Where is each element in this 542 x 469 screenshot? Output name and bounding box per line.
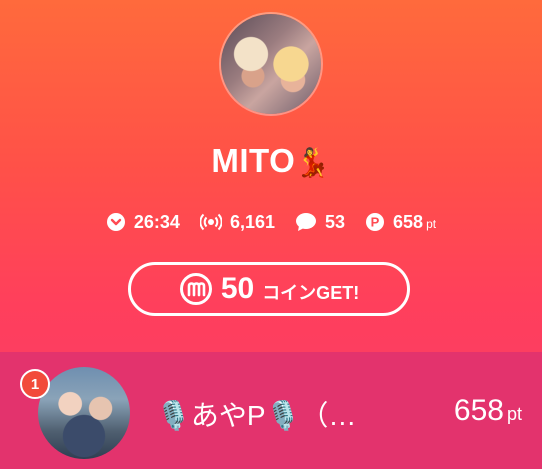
streamer-name-text: MITO: [211, 142, 296, 179]
time-icon: [106, 213, 125, 231]
viewers-value: 6,161: [229, 211, 275, 232]
comments-value: 53: [325, 211, 346, 232]
coin-get-button[interactable]: 50 コインGET!: [128, 262, 410, 316]
time-value: 26:34: [133, 211, 180, 232]
ranker-points: 658 pt: [454, 394, 522, 428]
comments-stat: 53: [295, 212, 345, 233]
points-stat: P 658 pt: [365, 212, 436, 233]
ranking-row[interactable]: 1 🎙️あやP🎙️（… 658 pt: [0, 352, 542, 469]
ranker-name: 🎙️あやP🎙️（…: [156, 400, 357, 431]
coin-label: コインGET!: [262, 282, 360, 303]
points-unit: pt: [426, 216, 437, 231]
streamer-name: MITO💃: [0, 142, 542, 180]
ranker-points-unit: pt: [506, 404, 522, 424]
rank-badge: 1: [20, 369, 50, 399]
time-stat: 26:34: [106, 212, 180, 233]
speech-bubble-icon: [296, 213, 316, 231]
broadcast-icon: [199, 213, 222, 231]
streamer-avatar[interactable]: [221, 14, 321, 114]
coin-amount: 50: [220, 272, 255, 305]
points-icon: P: [366, 213, 385, 231]
viewers-stat: 6,161: [199, 211, 275, 233]
points-value: 658 pt: [393, 212, 436, 233]
ranker-avatar[interactable]: [38, 367, 130, 459]
coin-icon: [179, 273, 212, 305]
dancer-emoji-icon: 💃: [295, 147, 331, 178]
points-number: 658: [393, 211, 424, 232]
stats-bar: 26:34 6,161 53 P 658 pt: [0, 209, 542, 235]
svg-text:P: P: [371, 215, 380, 230]
ranker-points-number: 658: [453, 394, 504, 427]
